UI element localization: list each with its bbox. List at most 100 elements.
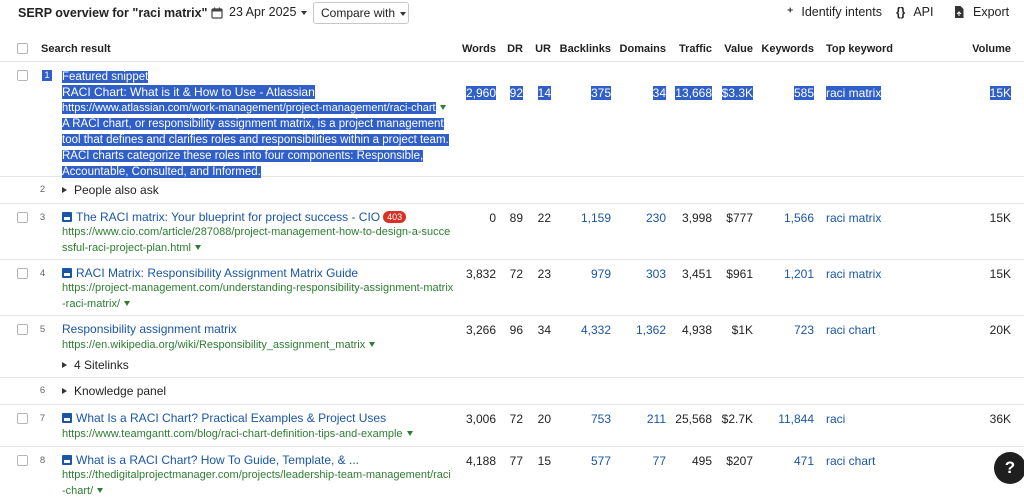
knowledge-panel-toggle[interactable]: Knowledge panel [62,384,454,399]
result-url[interactable]: https://en.wikipedia.org/wiki/Responsibi… [62,339,365,351]
domains-value[interactable]: 303 [646,267,666,281]
value-value: $2.7K [721,412,753,426]
keywords-value[interactable]: 723 [794,323,814,337]
compare-with-button[interactable]: Compare with [313,2,409,24]
col-top-keyword[interactable]: Top keyword [826,43,893,55]
domains-value[interactable]: 77 [653,454,666,468]
result-title[interactable]: The RACI matrix: Your blueprint for proj… [76,210,380,224]
table-row[interactable]: 7 What Is a RACI Chart? Practical Exampl… [0,405,1024,447]
col-volume[interactable]: Volume [972,43,1011,55]
top-keyword-value[interactable]: raci chart [826,454,875,468]
calendar-icon[interactable] [211,7,223,19]
result-title[interactable]: RACI Chart: What is it & How to Use - At… [62,85,315,99]
row-checkbox[interactable] [17,268,28,279]
top-keyword-value[interactable]: raci matrix [826,86,882,100]
table-row[interactable]: 2 People also ask [0,177,1024,204]
search-result: The RACI matrix: Your blueprint for proj… [62,210,454,256]
col-dr[interactable]: DR [507,43,523,55]
ur-value: 34 [537,323,551,337]
row-checkbox[interactable] [17,455,28,466]
keywords-value[interactable]: 1,566 [784,211,814,225]
volume-value: 36K [989,412,1011,426]
result-url-line2[interactable]: ssful-raci-project-plan.html [62,242,191,254]
words-value: 3,832 [465,267,496,281]
sitelinks-toggle[interactable]: 4 Sitelinks [62,358,454,373]
volume-value: 15K [989,211,1011,225]
top-keyword-value[interactable]: raci matrix [826,211,881,225]
result-url-line1[interactable]: https://www.cio.com/article/287088/proje… [62,225,454,240]
sparkle-icon: ⁺ [787,5,794,19]
row-checkbox[interactable] [17,212,28,223]
result-url-line2[interactable]: -raci-matrix/ [62,298,120,310]
keywords-value[interactable]: 471 [794,454,814,468]
chevron-down-icon[interactable] [369,342,376,348]
search-result: Responsibility assignment matrix https:/… [62,322,454,373]
col-value[interactable]: Value [724,43,753,55]
backlinks-value[interactable]: 1,159 [581,211,611,225]
chevron-down-icon[interactable] [124,301,131,307]
select-all-checkbox[interactable] [17,43,28,54]
words-value: 4,188 [465,454,496,468]
col-search-result[interactable]: Search result [41,43,111,55]
chevron-down-icon[interactable] [406,431,413,437]
backlinks-value[interactable]: 577 [591,454,611,468]
table-row[interactable]: 6 Knowledge panel [0,378,1024,405]
result-url-line1[interactable]: https://project-management.com/understan… [62,281,454,296]
backlinks-value[interactable]: 753 [591,412,611,426]
words-value: 2,960 [465,86,496,100]
domains-value[interactable]: 211 [647,412,666,426]
result-title[interactable]: What Is a RACI Chart? Practical Examples… [76,411,386,425]
table-row[interactable]: 8 What is a RACI Chart? How To Guide, Te… [0,447,1024,497]
col-backlinks[interactable]: Backlinks [560,43,611,55]
result-title[interactable]: RACI Matrix: Responsibility Assignment M… [76,266,358,280]
keywords-value[interactable]: 1,201 [784,267,814,281]
api-button[interactable]: {} API [896,5,934,19]
backlinks-value[interactable]: 4,332 [581,323,611,337]
col-domains[interactable]: Domains [620,43,666,55]
traffic-value: 3,998 [681,211,712,225]
chevron-down-icon[interactable] [97,488,104,494]
result-url-line2[interactable]: -chart/ [62,485,93,497]
traffic-value: 4,938 [681,323,712,337]
result-url[interactable]: https://www.teamgantt.com/blog/raci-char… [62,428,403,440]
traffic-value: 495 [691,454,712,468]
result-url-line1[interactable]: https://thedigitalprojectmanager.com/pro… [62,468,454,483]
export-button[interactable]: Export [954,5,1009,19]
col-words[interactable]: Words [462,43,496,55]
row-checkbox[interactable] [17,413,28,424]
col-keywords[interactable]: Keywords [761,43,814,55]
backlinks-value[interactable]: 979 [591,267,611,281]
table-row[interactable]: 1 Featured snippet RACI Chart: What is i… [0,62,1024,178]
domains-value[interactable]: 230 [646,211,666,225]
result-url[interactable]: https://www.atlassian.com/work-managemen… [62,102,436,114]
row-checkbox[interactable] [17,70,28,81]
top-keyword-value[interactable]: raci chart [826,323,875,337]
col-ur[interactable]: UR [535,43,551,55]
result-title[interactable]: What is a RACI Chart? How To Guide, Temp… [76,453,359,467]
words-value: 3,266 [465,323,496,337]
page-icon [62,212,72,222]
domains-value[interactable]: 34 [652,86,666,100]
status-badge: 403 [383,211,407,223]
keywords-value[interactable]: 11,844 [778,412,814,426]
identify-intents-button[interactable]: ⁺ Identify intents [787,5,882,19]
result-title[interactable]: Responsibility assignment matrix [62,322,454,337]
top-keyword-value[interactable]: raci [826,412,845,426]
col-traffic[interactable]: Traffic [679,43,712,55]
dr-value: 96 [509,323,523,337]
people-also-ask-toggle[interactable]: People also ask [62,183,454,198]
domains-value[interactable]: 1,362 [636,323,666,337]
table-row[interactable]: 5 Responsibility assignment matrix https… [0,316,1024,378]
chevron-down-icon[interactable] [194,245,201,251]
help-button[interactable]: ? [994,452,1024,484]
date-selector[interactable]: 23 Apr 2025 [229,5,308,19]
chevron-down-icon [400,11,407,16]
table-row[interactable]: 4 RACI Matrix: Responsibility Assignment… [0,260,1024,316]
keywords-value[interactable]: 585 [793,86,814,100]
backlinks-value[interactable]: 375 [590,86,611,100]
table-row[interactable]: 3 The RACI matrix: Your blueprint for pr… [0,204,1024,260]
top-keyword-value[interactable]: raci matrix [826,267,881,281]
ur-value: 23 [537,267,551,281]
row-checkbox[interactable] [17,324,28,335]
chevron-down-icon[interactable] [439,105,446,111]
